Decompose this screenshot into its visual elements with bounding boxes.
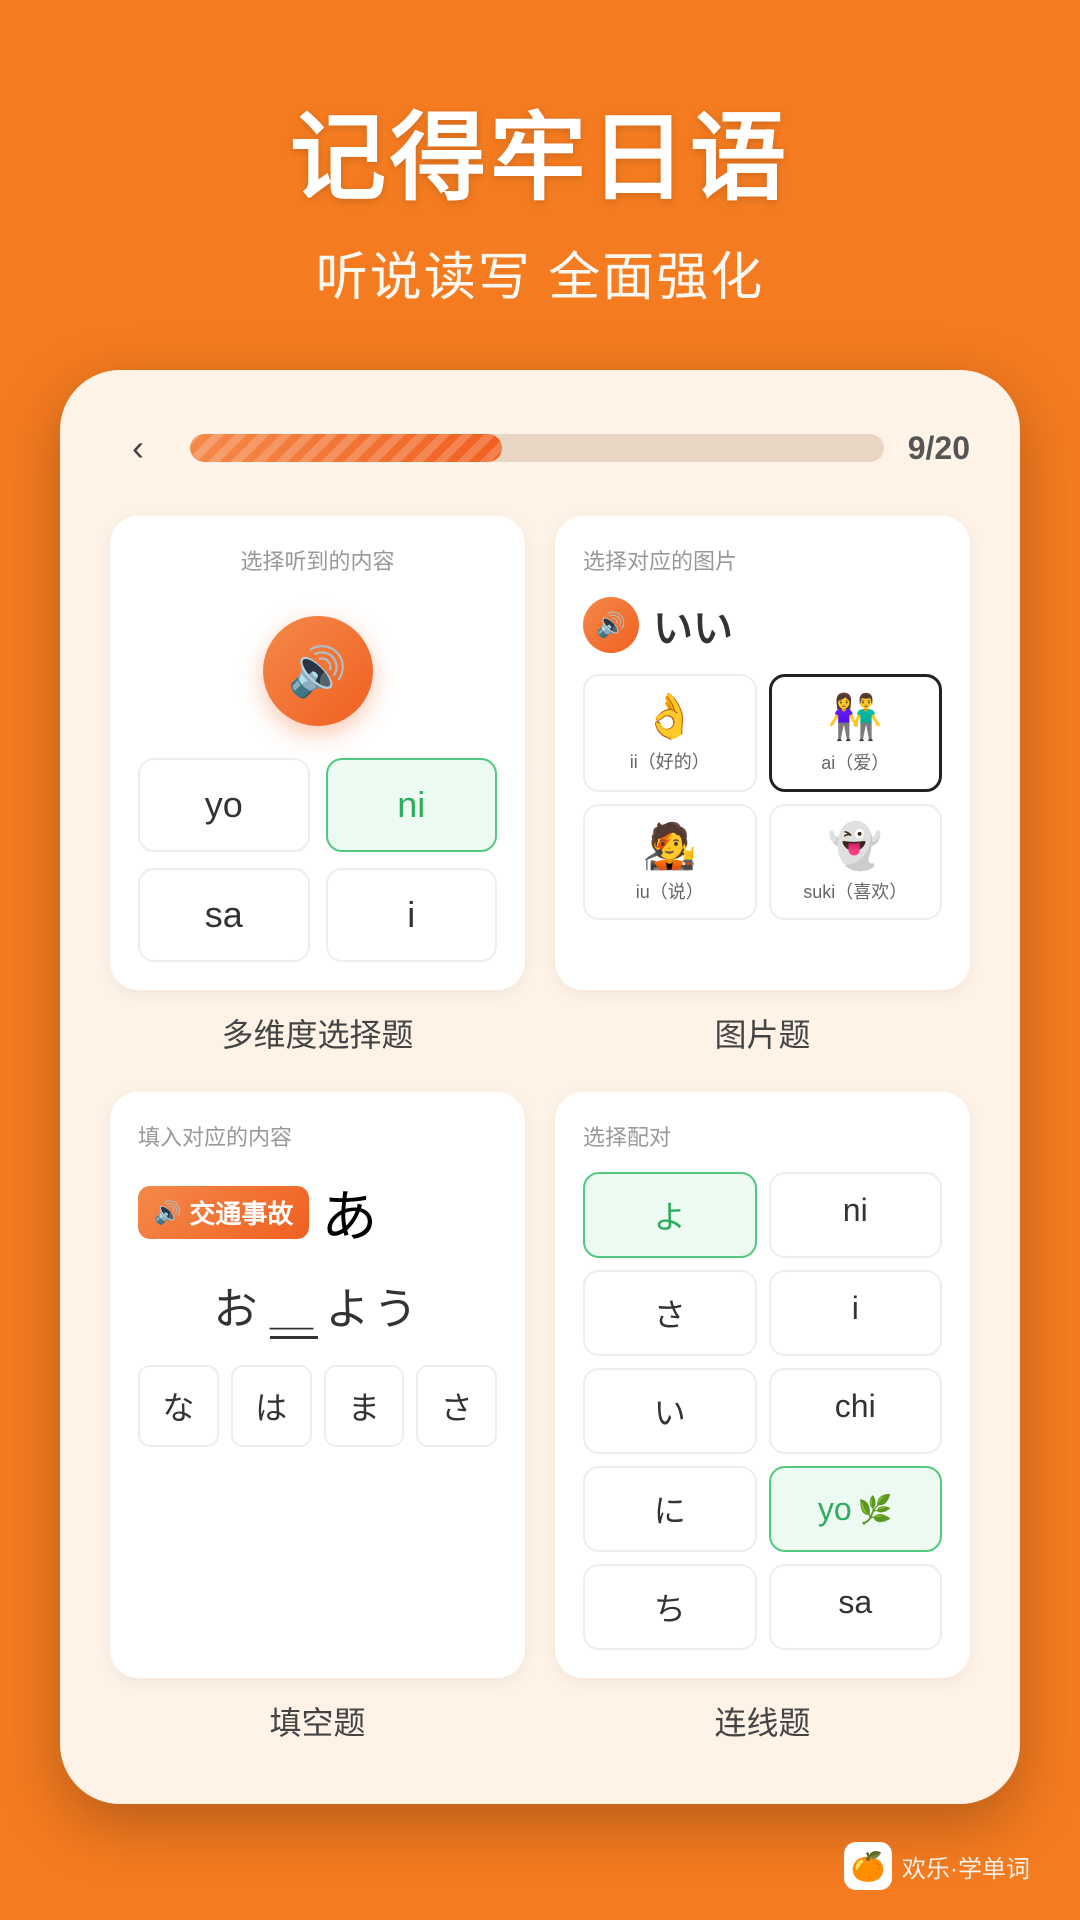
speaker-small-icon: 🔊 xyxy=(596,611,626,640)
kana-key-ma[interactable]: ま xyxy=(324,1365,405,1447)
match-right-i[interactable]: i xyxy=(769,1270,943,1356)
fillin-card-label: 填入对应的内容 xyxy=(138,1120,497,1152)
listen-card-label: 选择听到的内容 xyxy=(240,544,394,576)
watermark-logo: 🍊 xyxy=(844,1842,892,1890)
listen-choose-card: 选择听到的内容 🔊 yo ni sa i xyxy=(110,516,525,990)
match-left-sa[interactable]: さ xyxy=(583,1270,757,1356)
progress-bar-background xyxy=(190,434,884,462)
picture-emoji-ii: 👌 xyxy=(595,690,745,742)
match-left-yo[interactable]: よ xyxy=(583,1172,757,1258)
choice-yo[interactable]: yo xyxy=(138,758,310,852)
match-left-ni[interactable]: に xyxy=(583,1466,757,1552)
picture-item-suki[interactable]: 👻 suki（喜欢） xyxy=(769,804,943,920)
fillin-word: 交通事故 xyxy=(189,1194,293,1231)
picture-header: 🔊 いい xyxy=(583,596,942,654)
fillin-blank: ＿ xyxy=(270,1285,318,1339)
match-right-chi[interactable]: chi xyxy=(769,1368,943,1454)
bottom-cards-grid: 填入对应的内容 🔊 交通事故 あ お＿よう な は ま さ 选择配对 xyxy=(110,1092,970,1678)
section-label-picture: 图片题 xyxy=(555,1010,970,1056)
speaker-small-button[interactable]: 🔊 xyxy=(583,597,639,653)
speaker-button-large[interactable]: 🔊 xyxy=(263,616,373,726)
picture-caption-ai: ai（爱） xyxy=(821,753,889,773)
picture-caption-suki: suki（喜欢） xyxy=(803,882,907,902)
picture-emoji-ai: 👫 xyxy=(782,691,930,743)
choice-ni[interactable]: ni xyxy=(326,758,498,852)
match-card: 选择配对 よ ni さ i い chi に yo 🌿 ち sa xyxy=(555,1092,970,1678)
picture-caption-ii: ii（好的） xyxy=(630,752,710,772)
match-left-i[interactable]: い xyxy=(583,1368,757,1454)
choice-i[interactable]: i xyxy=(326,868,498,962)
fillin-prompt: 🔊 交通事故 あ xyxy=(138,1172,497,1253)
picture-item-iu[interactable]: 🧑‍🎤 iu（说） xyxy=(583,804,757,920)
match-right-sa[interactable]: sa xyxy=(769,1564,943,1650)
back-button[interactable]: ‹ xyxy=(110,420,166,476)
section-label-fillin: 填空题 xyxy=(110,1698,525,1744)
match-grid: よ ni さ i い chi に yo 🌿 ち sa xyxy=(583,1172,942,1650)
progress-row: ‹ 9/20 xyxy=(110,420,970,476)
picture-grid: 👌 ii（好的） 👫 ai（爱） 🧑‍🎤 iu（说） 👻 suki（喜欢） xyxy=(583,674,942,920)
choice-sa[interactable]: sa xyxy=(138,868,310,962)
match-right-yo[interactable]: yo 🌿 xyxy=(769,1466,943,1552)
picture-emoji-suki: 👻 xyxy=(781,820,931,872)
top-cards-grid: 选择听到的内容 🔊 yo ni sa i 选择对应的图片 🔊 いい xyxy=(110,516,970,990)
section-label-multichoice: 多维度选择题 xyxy=(110,1010,525,1056)
phone-container: ‹ 9/20 选择听到的内容 🔊 yo ni sa i 选择对应的图片 xyxy=(60,370,1020,1804)
match-right-ni[interactable]: ni xyxy=(769,1172,943,1258)
labels-row-1: 多维度选择题 图片题 xyxy=(110,1010,970,1056)
watermark-text: 欢乐·学单词 xyxy=(902,1849,1030,1884)
fillin-mascot: あ xyxy=(321,1172,377,1253)
picture-caption-iu: iu（说） xyxy=(636,882,704,902)
fillin-card: 填入对应的内容 🔊 交通事故 あ お＿よう な は ま さ xyxy=(110,1092,525,1678)
fillin-speaker-button[interactable]: 🔊 交通事故 xyxy=(138,1186,309,1239)
app-title: 记得牢日语 xyxy=(60,80,1020,219)
header-section: 记得牢日语 听说读写 全面强化 xyxy=(0,0,1080,350)
picture-item-ii[interactable]: 👌 ii（好的） xyxy=(583,674,757,792)
fillin-speaker-icon: 🔊 xyxy=(154,1200,181,1226)
app-subtitle: 听说读写 全面强化 xyxy=(60,235,1020,310)
speaker-icon: 🔊 xyxy=(288,643,348,700)
picture-item-ai[interactable]: 👫 ai（爱） xyxy=(769,674,943,792)
labels-row-2: 填空题 连线题 xyxy=(110,1698,970,1744)
picture-card: 选择对应的图片 🔊 いい 👌 ii（好的） 👫 ai（爱） 🧑‍🎤 xyxy=(555,516,970,990)
match-yo-text: yo xyxy=(818,1491,852,1528)
kana-key-ha[interactable]: は xyxy=(231,1365,312,1447)
section-label-match: 连线题 xyxy=(555,1698,970,1744)
watermark: 🍊 欢乐·学单词 xyxy=(844,1842,1030,1890)
kana-key-na[interactable]: な xyxy=(138,1365,219,1447)
progress-bar-fill xyxy=(190,434,502,462)
match-mascot-icon: 🌿 xyxy=(858,1493,893,1526)
picture-emoji-iu: 🧑‍🎤 xyxy=(595,820,745,872)
audio-hiragana: いい xyxy=(653,596,733,654)
kana-key-sa[interactable]: さ xyxy=(416,1365,497,1447)
choice-grid: yo ni sa i xyxy=(138,758,497,962)
match-card-label: 选择配对 xyxy=(583,1120,942,1152)
match-left-chi[interactable]: ち xyxy=(583,1564,757,1650)
watermark-icon: 🍊 xyxy=(851,1850,886,1883)
fillin-sentence: お＿よう xyxy=(138,1273,497,1337)
progress-counter: 9/20 xyxy=(908,430,970,467)
picture-card-label: 选择对应的图片 xyxy=(583,544,942,576)
fillin-keyboard: な は ま さ xyxy=(138,1365,497,1447)
